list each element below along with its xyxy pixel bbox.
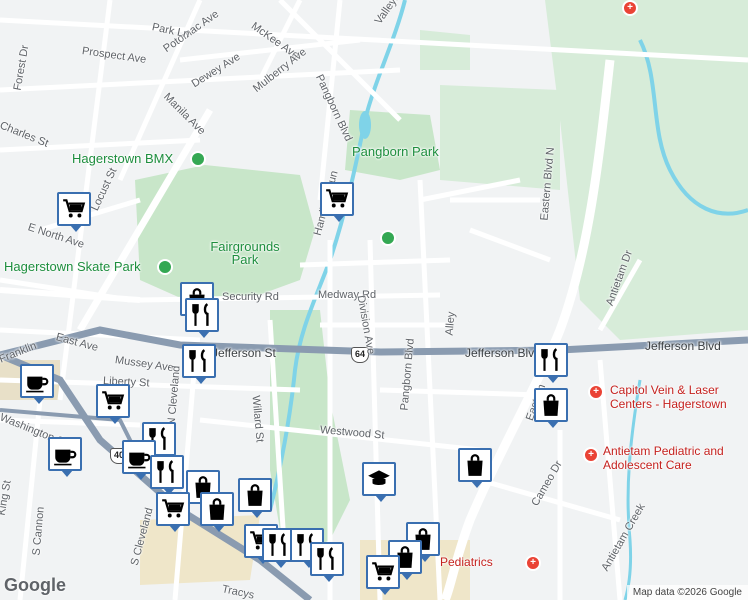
street-alley: Alley xyxy=(443,311,458,336)
map-pin-school[interactable] xyxy=(362,462,396,502)
medical-marker-top[interactable]: + xyxy=(622,0,638,16)
restaurant-icon xyxy=(189,302,215,328)
restaurant-icon xyxy=(314,546,340,572)
map-pin-restaurant[interactable] xyxy=(150,455,184,495)
shopping-bag-icon xyxy=(462,452,488,478)
map-pin-restaurant[interactable] xyxy=(310,542,344,582)
map-pin-shopping-cart[interactable] xyxy=(366,555,400,595)
place-label-pediatrics[interactable]: Pediatrics xyxy=(440,556,493,568)
shopping-cart-icon xyxy=(160,496,186,522)
shopping-cart-icon xyxy=(324,186,350,212)
place-label-pangborn-park[interactable]: Pangborn Park xyxy=(352,145,439,158)
map-pin-restaurant[interactable] xyxy=(534,343,568,383)
street-jefferson-blvd-west: Jefferson Blvd xyxy=(465,346,541,360)
park-marker-skate[interactable] xyxy=(157,259,173,275)
map-pin-coffee[interactable] xyxy=(20,364,54,404)
map-pin-restaurant[interactable] xyxy=(182,344,216,384)
google-logo: Google xyxy=(4,575,66,595)
place-label-fairgrounds[interactable]: Fairgrounds Park xyxy=(205,240,285,266)
shopping-bag-icon xyxy=(204,496,230,522)
coffee-icon xyxy=(24,368,50,394)
restaurant-icon xyxy=(154,459,180,485)
shopping-bag-icon xyxy=(538,392,564,418)
medical-marker-antietam[interactable]: + xyxy=(583,447,599,463)
medical-marker-pediatrics[interactable]: + xyxy=(525,555,541,571)
place-label-bmx[interactable]: Hagerstown BMX xyxy=(72,152,173,165)
place-label-skate[interactable]: Hagerstown Skate Park xyxy=(4,260,141,273)
map-pin-shopping-cart[interactable] xyxy=(57,192,91,232)
school-icon xyxy=(366,466,392,492)
map-canvas[interactable]: 64 40 Potomac Ave McKee Ave Park Ln Pros… xyxy=(0,0,748,600)
map-pin-shopping-cart[interactable] xyxy=(96,384,130,424)
map-attribution[interactable]: Map data ©2026 Google xyxy=(626,585,748,600)
shopping-cart-icon xyxy=(61,196,87,222)
street-jefferson-blvd-east: Jefferson Blvd xyxy=(645,339,721,353)
restaurant-icon xyxy=(266,532,292,558)
map-pin-shopping-bag[interactable] xyxy=(238,478,272,518)
map-pin-coffee[interactable] xyxy=(48,437,82,477)
map-pin-shopping-bag[interactable] xyxy=(534,388,568,428)
street-security-rd: Security Rd xyxy=(222,291,279,303)
coffee-icon xyxy=(52,441,78,467)
map-pin-shopping-bag[interactable] xyxy=(200,492,234,532)
park-marker-pangborn[interactable] xyxy=(380,230,396,246)
coffee-icon xyxy=(126,444,152,470)
restaurant-icon xyxy=(538,347,564,373)
park-marker-bmx[interactable] xyxy=(190,151,206,167)
map-pin-shopping-bag[interactable] xyxy=(458,448,492,488)
street-jefferson-st: Jefferson St xyxy=(212,346,276,360)
map-pin-shopping-cart[interactable] xyxy=(320,182,354,222)
shopping-cart-icon xyxy=(370,559,396,585)
map-pin-restaurant[interactable] xyxy=(185,298,219,338)
restaurant-icon xyxy=(186,348,212,374)
shopping-bag-icon xyxy=(242,482,268,508)
place-label-antietam[interactable]: Antietam Pediatric and Adolescent Care xyxy=(603,444,743,472)
shopping-cart-icon xyxy=(100,388,126,414)
map-pin-shopping-cart[interactable] xyxy=(156,492,190,532)
place-label-capitol[interactable]: Capitol Vein & Laser Centers - Hagerstow… xyxy=(610,383,748,411)
medical-marker-capitol[interactable]: + xyxy=(588,384,604,400)
